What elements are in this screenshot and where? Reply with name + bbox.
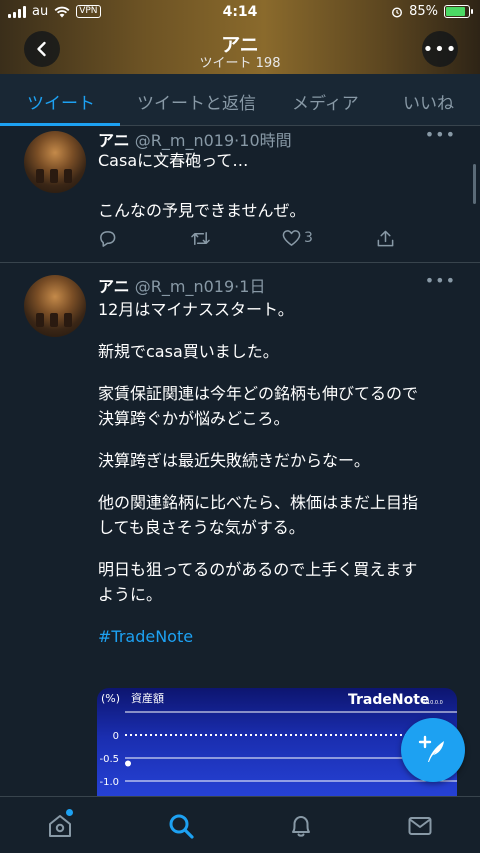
tweet-line: 決算跨ぎは最近失敗続きだからなー。	[98, 451, 370, 470]
chart-ylabel: (%)	[101, 692, 120, 705]
chart-tick-label: -1.0	[99, 777, 119, 788]
tweet-line: 他の関連銘柄に比べたら、株価はまだ上目指	[98, 493, 419, 512]
tweet-line	[98, 431, 458, 448]
bottom-navigation	[0, 796, 480, 853]
tweet-line: 12月はマイナススタート。	[98, 300, 294, 319]
like-count: 3	[304, 230, 313, 246]
profile-header: au VPN 4:14 85% アニ ツイート 198 •••	[0, 0, 480, 74]
tweet-card[interactable]: アニ @R_m_n019·10時間 ••• Casaに文春砲って… こんなの予見…	[0, 125, 480, 263]
avatar[interactable]	[24, 275, 86, 337]
chart-title-suffix: v10.0.0	[424, 700, 443, 706]
tweet-time: ·1日	[234, 277, 266, 296]
home-icon	[49, 815, 71, 837]
tab-tweets[interactable]: ツイート	[27, 89, 95, 114]
compose-tweet-button[interactable]	[401, 718, 465, 782]
share-icon	[377, 230, 394, 247]
tab-tweets-and-replies[interactable]: ツイートと返信	[137, 89, 256, 114]
tweet-line: ように。	[98, 585, 163, 604]
nav-home[interactable]	[45, 809, 75, 841]
retweet-icon	[191, 232, 210, 245]
chart-series-label: 資産額	[131, 692, 164, 705]
avatar[interactable]	[24, 131, 86, 193]
retweet-button[interactable]	[190, 229, 211, 248]
tweet-line: 決算跨ぐかが悩みどころ。	[98, 409, 290, 428]
tweet-line	[98, 322, 458, 339]
tweet-line: 家賃保証関連は今年どの銘柄も伸びてるので	[98, 384, 419, 403]
share-button[interactable]	[376, 229, 395, 248]
tweet-line: Casaに文春砲って…	[98, 151, 249, 170]
tweet-count: ツイート 198	[199, 56, 281, 71]
tweet-line: 新規でcasa買いました。	[98, 342, 279, 361]
tweet-handle[interactable]: @R_m_n019	[135, 277, 234, 296]
tab-likes[interactable]: いいね	[403, 89, 454, 114]
tweet-menu-button[interactable]: •••	[425, 125, 456, 144]
heart-icon	[282, 230, 301, 246]
tweet-line	[98, 607, 458, 624]
tweet-menu-button[interactable]: •••	[425, 271, 456, 290]
home-notification-dot	[66, 809, 73, 816]
scrollbar[interactable]	[473, 164, 476, 204]
status-bar: au VPN 4:14 85%	[0, 0, 480, 24]
compose-feather-icon	[418, 735, 444, 762]
more-horizontal-icon: •••	[422, 38, 458, 60]
like-button[interactable]: 3	[282, 229, 313, 247]
nav-messages[interactable]	[405, 811, 435, 841]
more-button[interactable]: •••	[422, 31, 458, 67]
tweet-actions: 3	[98, 229, 398, 251]
reply-button[interactable]	[98, 229, 117, 248]
tweet-author-name[interactable]: アニ	[98, 277, 130, 296]
search-icon	[169, 814, 194, 839]
tweet-line: 明日も狙ってるのがあるので上手く買えます	[98, 560, 418, 579]
hashtag-link[interactable]: #TradeNote	[98, 624, 458, 649]
battery-percent: 85%	[409, 4, 438, 19]
active-tab-indicator	[0, 123, 120, 126]
tweet-line	[98, 540, 458, 557]
mail-icon	[408, 817, 432, 835]
chart-data-point	[125, 760, 131, 767]
tweet-header: アニ @R_m_n019·1日	[98, 273, 265, 297]
chart-tick-label: 0	[113, 731, 119, 742]
nav-notifications[interactable]	[286, 811, 316, 841]
tweet-text: Casaに文春砲って… こんなの予見できませんぜ。	[98, 148, 458, 223]
chart-tick-label: -0.5	[99, 754, 119, 765]
chart-title: TradeNote	[348, 692, 429, 708]
tweet-line	[98, 473, 458, 490]
tweet-line: しても良さそうな気がする。	[98, 518, 305, 537]
tweet-text: 12月はマイナススタート。 新規でcasa買いました。 家賃保証関連は今年どの銘…	[98, 297, 458, 649]
reply-icon	[100, 231, 116, 247]
battery-icon	[444, 5, 473, 18]
tab-media[interactable]: メディア	[292, 89, 359, 114]
tweet-line	[98, 173, 458, 198]
tweet-line	[98, 364, 458, 381]
profile-tabs: ツイート ツイートと返信 メディア いいね	[0, 74, 480, 126]
alarm-icon	[392, 6, 403, 18]
bell-icon	[292, 816, 310, 837]
tweet-line: こんなの予見できませんぜ。	[98, 201, 306, 220]
nav-search[interactable]	[166, 811, 196, 841]
